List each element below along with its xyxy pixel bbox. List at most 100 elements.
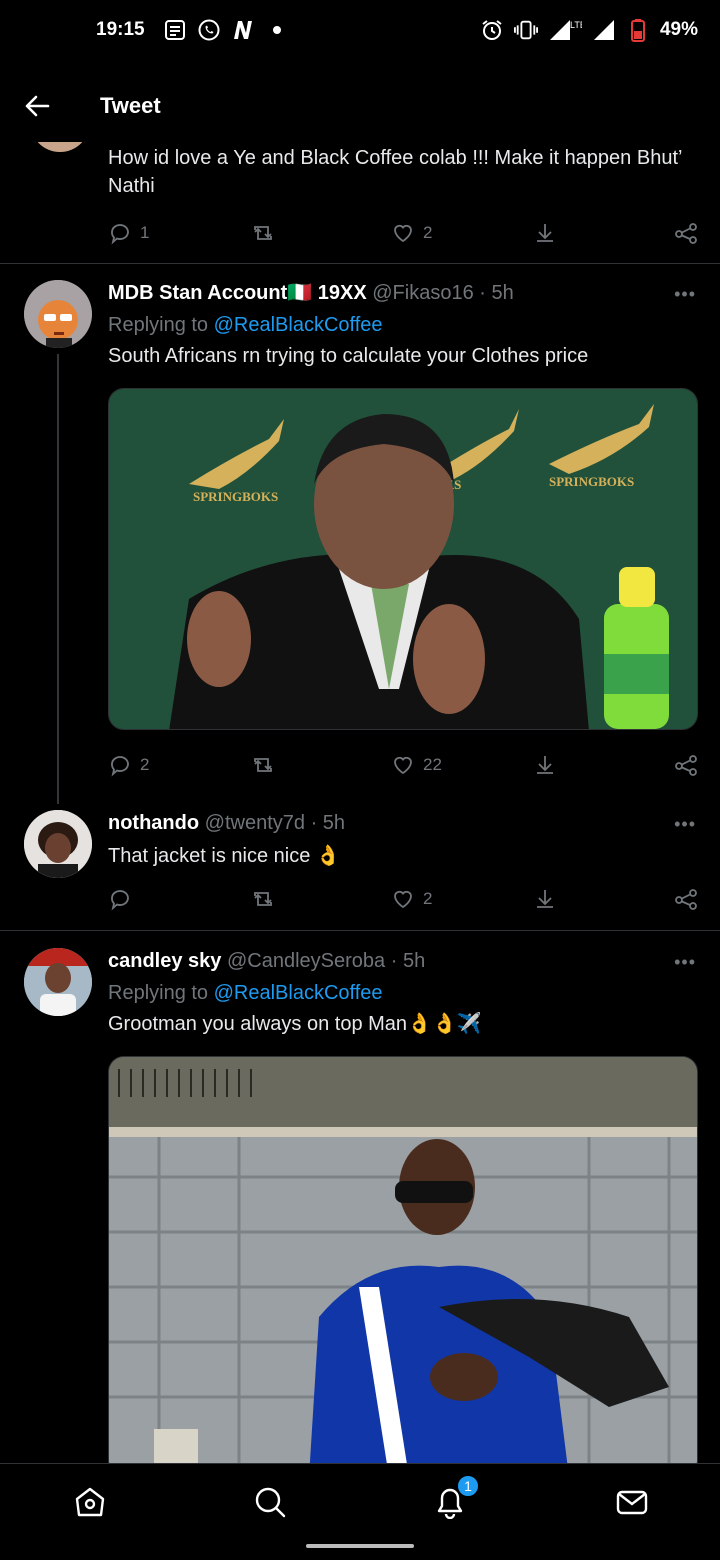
download-icon — [536, 756, 553, 774]
mention-link[interactable]: @RealBlackCoffee — [214, 982, 383, 1004]
retweet-button[interactable] — [250, 753, 310, 777]
like-count: 2 — [423, 889, 433, 908]
reply-icon — [111, 224, 129, 245]
bottom-navigation: 1 — [0, 1463, 720, 1560]
replying-label: Replying to — [108, 314, 209, 336]
tweet-photo[interactable] — [108, 1056, 698, 1463]
tweet-time: · 5h — [310, 812, 346, 834]
messages-icon — [616, 1490, 648, 1515]
tweet-text: How id love a Ye and Black Coffee colab … — [108, 147, 682, 197]
avatar[interactable] — [24, 810, 92, 878]
heart-icon — [394, 224, 412, 243]
avatar[interactable] — [24, 280, 92, 348]
heart-icon — [394, 756, 412, 775]
tweet-actions: 2 22 — [108, 750, 698, 780]
nav-messages[interactable] — [612, 1482, 652, 1522]
mention-link[interactable]: @RealBlackCoffee — [214, 314, 383, 336]
share-button[interactable] — [674, 887, 698, 911]
dot-icon — [265, 18, 289, 42]
user-handle[interactable]: @CandleySeroba — [227, 950, 385, 972]
thread-line — [57, 354, 59, 804]
share-icon — [675, 755, 697, 776]
home-icon — [75, 1487, 105, 1517]
tweet-text: Grootman you always on top Man👌👌✈️ — [108, 1013, 482, 1035]
tweet-header: MDB Stan Account🇮🇹 19XX @Fikaso16 · 5h — [108, 280, 698, 306]
media-caption-left: SPRINGBOKS — [193, 489, 278, 504]
notification-badge: 1 — [456, 1474, 480, 1498]
reply-button[interactable] — [108, 887, 168, 911]
replying-to: Replying to @RealBlackCoffee — [108, 979, 698, 1007]
like-button[interactable]: 2 — [391, 221, 451, 245]
bookmark-button[interactable] — [533, 753, 593, 777]
netflix-icon — [231, 18, 255, 42]
tweet-actions: 1 2 — [108, 218, 698, 248]
like-button[interactable]: 22 — [391, 753, 451, 777]
gesture-bar[interactable] — [306, 1544, 414, 1548]
retweet-icon — [253, 892, 272, 906]
status-bar: 19:15 LTE 49% — [0, 0, 720, 60]
more-options-button[interactable]: ••• — [674, 952, 696, 973]
tweet-item[interactable]: MDB Stan Account🇮🇹 19XX @Fikaso16 · 5h R… — [0, 264, 720, 804]
nav-home[interactable] — [70, 1482, 110, 1522]
news-icon — [163, 18, 187, 42]
user-handle[interactable]: @twenty7d — [205, 812, 305, 834]
like-button[interactable]: 2 — [391, 887, 451, 911]
avatar[interactable] — [24, 948, 92, 1016]
share-icon — [675, 223, 697, 244]
bookmark-button[interactable] — [533, 221, 593, 245]
page-title: Tweet — [100, 93, 161, 118]
nav-notifications[interactable]: 1 — [430, 1474, 480, 1522]
tweet-actions: 2 — [108, 884, 698, 914]
reply-button[interactable]: 1 — [108, 221, 168, 245]
tweet-photo[interactable]: SPRINGBOKS KS SPRINGBOKS — [108, 388, 698, 730]
user-handle[interactable]: @Fikaso16 — [372, 282, 473, 304]
whatsapp-icon — [197, 18, 221, 42]
battery-percent: 49% — [659, 19, 698, 40]
display-name[interactable]: MDB Stan Account — [108, 282, 287, 304]
share-button[interactable] — [674, 753, 698, 777]
replying-to: Replying to @RealBlackCoffee — [108, 311, 698, 339]
display-name[interactable]: nothando — [108, 812, 199, 834]
heart-icon — [394, 890, 412, 909]
download-icon — [536, 890, 553, 908]
tweet-text: That jacket is nice nice 👌 — [108, 845, 341, 867]
display-name[interactable]: candley sky — [108, 950, 221, 972]
tweet-item[interactable]: How id love a Ye and Black Coffee colab … — [0, 112, 720, 264]
status-time: 19:15 — [96, 19, 145, 40]
back-button[interactable] — [0, 70, 74, 142]
bookmark-button[interactable] — [533, 887, 593, 911]
display-name-suffix: 19XX — [317, 282, 367, 304]
signal-lte-icon: LTE — [548, 18, 582, 42]
top-app-bar: Tweet — [0, 70, 720, 142]
media-caption-right: SPRINGBOKS — [549, 474, 634, 489]
nav-search[interactable] — [250, 1482, 290, 1522]
tweet-header: nothando @twenty7d · 5h — [108, 810, 698, 836]
share-button[interactable] — [674, 221, 698, 245]
like-count: 22 — [423, 755, 442, 774]
tweet-text: South Africans rn trying to calculate yo… — [108, 345, 589, 367]
retweet-icon — [253, 758, 272, 772]
more-options-button[interactable]: ••• — [674, 284, 696, 305]
tweet-time: · 5h — [479, 282, 514, 304]
download-icon — [536, 224, 553, 242]
replying-label: Replying to — [108, 982, 209, 1004]
retweet-button[interactable] — [250, 887, 310, 911]
tweet-item[interactable]: candley sky @CandleySeroba · 5h Replying… — [0, 931, 720, 1463]
retweet-button[interactable] — [250, 221, 310, 245]
like-count: 2 — [423, 223, 433, 242]
flag-emoji: 🇮🇹 — [287, 282, 313, 304]
tweet-time: · 5h — [390, 950, 426, 972]
search-icon — [255, 1487, 286, 1518]
vibrate-icon — [513, 18, 538, 42]
svg-text:LTE: LTE — [570, 20, 582, 30]
battery-icon — [626, 18, 650, 42]
retweet-icon — [253, 226, 272, 240]
alarm-icon — [480, 18, 504, 42]
tweet-item[interactable]: nothando @twenty7d · 5h That jacket is n… — [0, 800, 720, 930]
share-icon — [675, 889, 697, 910]
back-arrow-icon — [25, 95, 50, 117]
reply-count: 1 — [140, 223, 150, 242]
reply-icon — [111, 756, 129, 777]
reply-button[interactable]: 2 — [108, 753, 168, 777]
more-options-button[interactable]: ••• — [674, 814, 696, 835]
